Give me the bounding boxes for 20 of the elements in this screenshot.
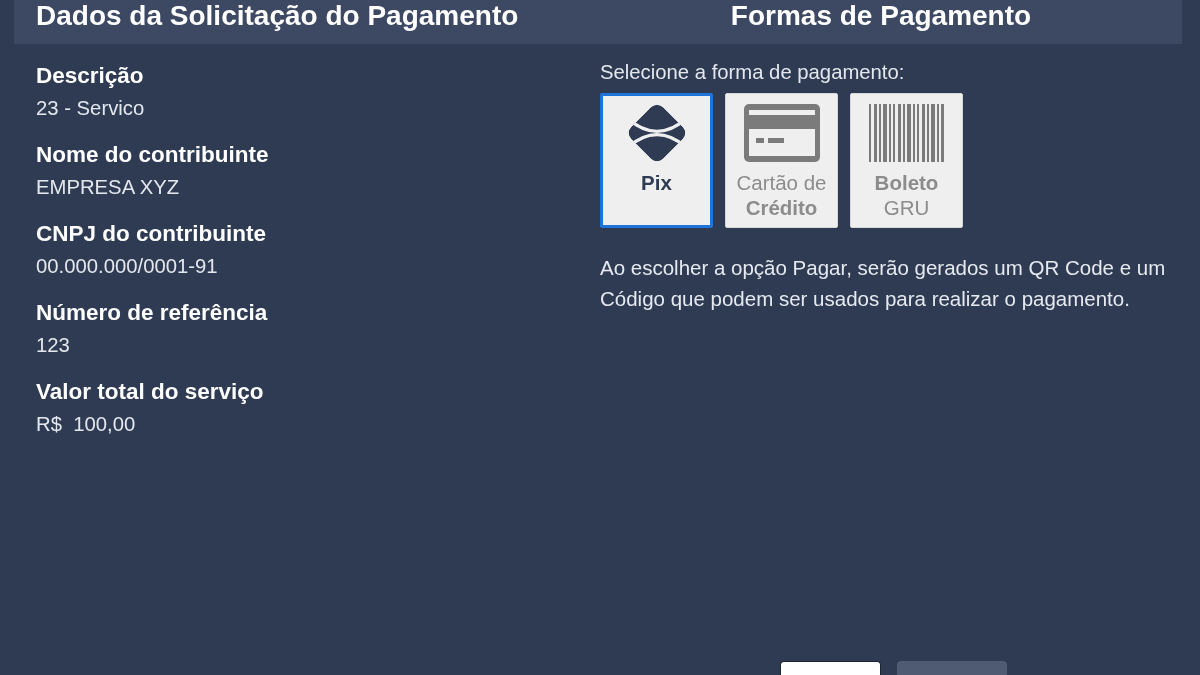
- payment-method-option[interactable]: Cartão de Crédito: [725, 93, 838, 228]
- payment-prompt: Selecione a forma de pagamento:: [600, 61, 906, 83]
- field-label: Número de referência: [36, 301, 269, 325]
- payment-method-option[interactable]: Pix: [600, 93, 713, 228]
- field-label: Valor total do serviço: [36, 380, 265, 404]
- barcode-icon: [869, 104, 944, 162]
- field-value: R$ 100,00: [36, 413, 137, 435]
- field-label: Nome do contribuinte: [36, 143, 270, 167]
- payment-note: Ao escolher a opção Pagar, serão gerados um QR Code e um Código que podem ser usados para realizar o pagamento.: [600, 255, 1167, 312]
- action-button[interactable]: [780, 661, 881, 675]
- field-value: EMPRESA XYZ: [36, 176, 181, 198]
- field-value: 123: [36, 334, 71, 356]
- section-title: Dados da Solicitação do Pagamento: [36, 0, 519, 31]
- field-value: 23 - Servico: [36, 97, 146, 119]
- field-label: CNPJ do contribuinte: [36, 222, 267, 246]
- field-value: 00.000.000/0001-91: [36, 255, 219, 277]
- section-title: Formas de Pagamento: [730, 0, 1032, 31]
- card-icon: [743, 104, 820, 162]
- payment-method-option[interactable]: Boleto GRU: [850, 93, 963, 228]
- field-label: Descrição: [36, 64, 145, 88]
